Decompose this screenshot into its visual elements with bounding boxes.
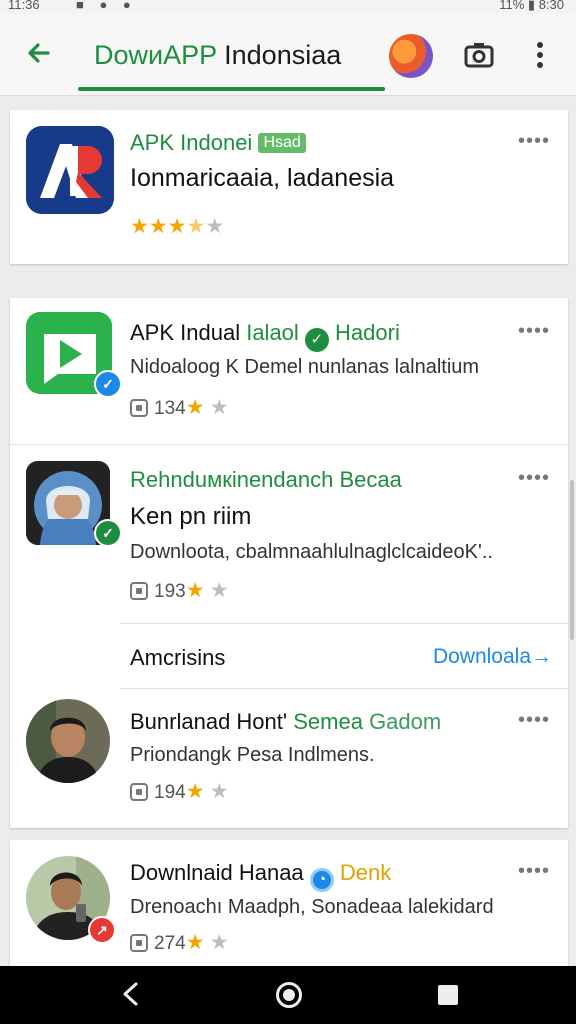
star-empty-icon: ★ xyxy=(209,780,229,803)
star-icon: ★ xyxy=(130,215,149,238)
app-description: Downloota, cbalmnaahlulnaglclcaideoK'.. xyxy=(130,541,493,563)
download-count: 134 xyxy=(154,398,186,419)
app-list-card: ✓ APK Indual Ialaol ✓ Hadori •••• Nidoal… xyxy=(10,298,568,828)
more-horiz-icon[interactable]: •••• xyxy=(518,860,550,883)
verified-icon: ✓ xyxy=(94,370,122,398)
download-count-icon xyxy=(130,582,148,600)
list-item[interactable]: ✓ APK Indual Ialaol ✓ Hadori •••• Nidoal… xyxy=(10,298,568,444)
app-title: Bunrlanad Hont' Semea Gadom xyxy=(130,709,441,735)
star-empty-icon: ★ xyxy=(209,396,229,419)
app-description: Nidoaloog K Demel nunlanas lalnaltium xyxy=(130,356,480,378)
rating-row: 193★ ★ xyxy=(130,578,229,603)
rating-row: 274★ ★ xyxy=(130,930,229,955)
page-title-brand: DowиAPP xyxy=(94,40,217,70)
app-title-orange: Denk xyxy=(339,860,392,885)
app-description: Priondangk Pesa Indlmens. xyxy=(130,744,375,766)
app-subtitle: Ken pn riim xyxy=(130,503,252,530)
app-title-text: Rehnduмкinendanch Becaa xyxy=(130,467,402,492)
app-title-light: Gadom xyxy=(369,709,442,734)
app-bar: DowиAPP Indonsiaa xyxy=(0,14,576,96)
star-icon: ★ xyxy=(185,780,205,803)
divider xyxy=(120,623,568,624)
app-icon-ap xyxy=(26,126,114,214)
star-icon: ★ xyxy=(185,931,205,954)
verified-icon: ✓ xyxy=(94,519,122,547)
status-time: 11:36 xyxy=(8,0,40,12)
app-title-text: APK Indonei xyxy=(130,130,253,155)
notification-badge-icon: ↗ xyxy=(88,916,116,944)
app-title-text: Downlnaid Hanaa xyxy=(130,860,304,885)
list-item[interactable]: Bunrlanad Hont' Semea Gadom •••• Prionda… xyxy=(10,689,568,828)
app-subtitle: Ionmaricaaia, ladanesia xyxy=(130,164,395,192)
page-title-rest: Indonsiaa xyxy=(216,40,342,70)
app-title: APK Indonei Hsad xyxy=(130,130,306,156)
app-title-text: Bunrlanad Hont' xyxy=(130,709,288,734)
star-half-icon: ★ xyxy=(186,215,206,238)
star-empty-icon: ★ xyxy=(209,931,229,954)
more-vert-icon[interactable] xyxy=(530,38,550,72)
title-underline xyxy=(78,87,385,91)
app-tag-badge: Hsad xyxy=(258,133,306,153)
avatar xyxy=(26,699,110,783)
app-description: Drenoachı Maadph, Sonadeaa lalekidard xyxy=(130,896,494,918)
download-count: 194 xyxy=(154,782,186,803)
app-title-green: Ialaol xyxy=(246,320,299,345)
scrollbar[interactable] xyxy=(570,480,574,640)
app-title-green-2: Hadori xyxy=(335,320,400,345)
more-horiz-icon[interactable]: •••• xyxy=(518,130,550,153)
featured-app-card[interactable]: APK Indonei Hsad •••• Ionmaricaaia, lada… xyxy=(10,110,568,264)
download-count-icon xyxy=(130,934,148,952)
rating-row: 134★ ★ xyxy=(130,395,229,420)
status-right: 11% ▮ 8:30 xyxy=(499,0,564,12)
star-icon: ★ xyxy=(185,396,205,419)
star-icon: ★ xyxy=(167,215,187,238)
app-title-green: Semea xyxy=(293,709,363,734)
nav-recent-icon[interactable] xyxy=(438,985,458,1005)
app-title: Downlnaid Hanaa ◔ Denk xyxy=(130,860,391,892)
more-horiz-icon[interactable]: •••• xyxy=(518,709,550,732)
nav-back-icon[interactable] xyxy=(116,979,146,1009)
list-item[interactable]: ✓ Rehnduмкinendanch Becaa •••• Ken pn ri… xyxy=(10,445,568,623)
profile-globe-icon[interactable] xyxy=(389,34,433,78)
nav-home-icon[interactable] xyxy=(276,982,302,1008)
star-empty-icon: ★ xyxy=(209,579,229,602)
section-title: Amcrisins xyxy=(130,645,226,670)
notification-icons: ■ ● ● xyxy=(76,0,137,12)
status-bar: 11:36 ■ ● ● 11% ▮ 8:30 xyxy=(0,0,576,14)
arrow-left-icon[interactable] xyxy=(22,36,56,70)
download-count-icon xyxy=(130,399,148,417)
app-title: Rehnduмкinendanch Becaa xyxy=(130,467,402,493)
system-nav-bar xyxy=(0,966,576,1024)
section-download-link[interactable]: Downloala→ xyxy=(433,645,552,669)
camera-icon[interactable] xyxy=(462,38,496,72)
download-count-icon xyxy=(130,783,148,801)
download-count: 193 xyxy=(154,581,186,602)
page-title: DowиAPP Indonsiaa xyxy=(94,40,341,71)
app-card[interactable]: ↗ Downlnaid Hanaa ◔ Denk •••• Drenoachı … xyxy=(10,840,568,980)
star-icon: ★ xyxy=(148,215,168,238)
more-horiz-icon[interactable]: •••• xyxy=(518,320,550,343)
verified-blue-icon: ◔ xyxy=(309,868,334,892)
rating-row: 194★ ★ xyxy=(130,779,229,804)
star-empty-icon: ★ xyxy=(205,215,225,238)
app-title-text: APK Indual xyxy=(130,320,241,345)
more-horiz-icon[interactable]: •••• xyxy=(518,467,550,490)
star-icon: ★ xyxy=(185,579,205,602)
download-count: 274 xyxy=(154,933,186,954)
star-rating: ★★★★★ xyxy=(130,214,224,239)
app-title: APK Indual Ialaol ✓ Hadori xyxy=(130,320,400,352)
check-circle-icon: ✓ xyxy=(304,328,329,352)
